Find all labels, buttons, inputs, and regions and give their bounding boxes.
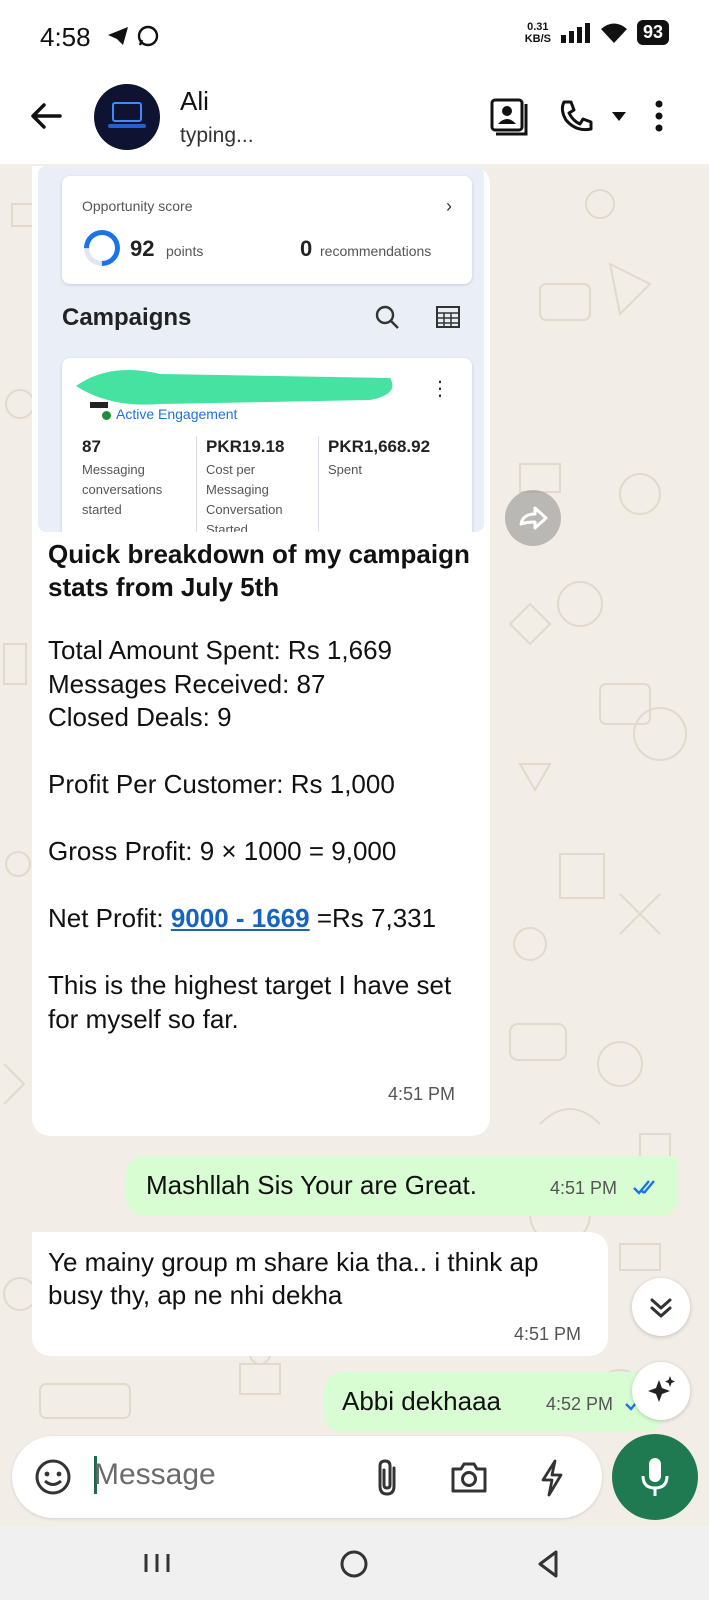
whatsapp-icon	[137, 25, 159, 47]
message-bubble-outgoing[interactable]: Mashllah Sis Your are Great. 4:51 PM	[126, 1156, 678, 1216]
wifi-icon	[600, 23, 627, 43]
network-speed: 0.31 KB/S	[525, 21, 551, 45]
network-speed-unit: KB/S	[524, 32, 551, 45]
message-text: Total Amount Spent: Rs 1,669 Messages Re…	[48, 634, 478, 1036]
metric-conversations: 87 Messaging conversations started	[82, 436, 194, 520]
opportunity-title: Opportunity score	[82, 198, 193, 214]
recommendations-count: 0	[300, 236, 313, 261]
avatar-logo-icon	[112, 102, 142, 122]
read-ticks-icon	[633, 1180, 655, 1195]
message-time: 4:51 PM	[514, 1324, 582, 1344]
double-chevron-down-icon	[650, 1298, 672, 1318]
contact-status: typing...	[180, 124, 254, 147]
recent-apps-icon[interactable]	[144, 1550, 170, 1576]
back-arrow-icon[interactable]	[26, 96, 66, 136]
message-text: Abbi dekhaaa	[342, 1386, 502, 1416]
message-bubble-incoming[interactable]: Ye mainy group m share kia tha.. i think…	[32, 1232, 608, 1356]
metric-spent: PKR1,668.92 Spent	[328, 436, 458, 480]
attach-icon[interactable]	[374, 1458, 400, 1498]
camera-icon[interactable]	[450, 1460, 488, 1494]
contact-card-icon[interactable]	[488, 96, 528, 136]
status-time: 4:58	[40, 22, 91, 52]
lightning-icon[interactable]	[538, 1458, 566, 1498]
message-text: Ye mainy group m share kia tha.. i think…	[48, 1247, 539, 1310]
text-line: Profit Per Customer: Rs 1,000	[48, 769, 395, 799]
text-line: Closed Deals: 9	[48, 702, 232, 732]
more-options-icon[interactable]	[654, 96, 664, 136]
metric-label: Messaging conversations started	[82, 462, 163, 517]
battery-level: 93	[636, 20, 669, 45]
table-view-icon	[436, 306, 460, 328]
signal-icon	[560, 22, 590, 43]
score-unit: points	[166, 243, 204, 259]
phone-number-link[interactable]: 9000 - 1669	[171, 903, 310, 933]
voice-message-button[interactable]	[612, 1434, 698, 1520]
status-bar: 4:58 0.31 KB/S 93	[0, 0, 709, 76]
back-nav-icon[interactable]	[534, 1548, 562, 1580]
message-bubble-incoming[interactable]: Opportunity score › 92 points 0 recommen…	[32, 166, 490, 1136]
recommendations-label: recommendations	[320, 243, 432, 259]
microphone-icon	[641, 1458, 669, 1496]
campaign-card: ⋮ Active Engagement 87 Messaging convers…	[62, 358, 472, 532]
message-time: 4:52 PM	[546, 1394, 614, 1414]
active-status-dot	[102, 411, 111, 420]
avatar[interactable]	[94, 84, 160, 150]
metric-value: PKR19.18	[206, 437, 285, 456]
search-icon	[375, 305, 399, 329]
campaigns-title: Campaigns	[62, 304, 192, 331]
opportunity-score-card: Opportunity score › 92 points 0 recommen…	[62, 176, 472, 284]
redaction-mark	[76, 370, 393, 408]
chevron-down-icon[interactable]	[610, 110, 628, 122]
message-caption: Quick breakdown of my campaign stats fro…	[48, 539, 470, 602]
message-text: Mashllah Sis Your are Great.	[146, 1170, 477, 1200]
contact-name[interactable]: Ali	[180, 86, 209, 117]
text-line: This is the highest target I have set fo…	[48, 970, 452, 1034]
forward-icon	[519, 506, 548, 530]
network-speed-value: 0.31	[527, 20, 549, 33]
campaign-status: Active Engagement	[116, 406, 238, 422]
system-navigation-bar	[0, 1526, 709, 1600]
sparkle-icon	[648, 1376, 675, 1402]
message-time: 4:51 PM	[550, 1178, 618, 1198]
telegram-icon	[108, 27, 128, 45]
ai-sparkle-button[interactable]	[632, 1362, 690, 1420]
home-icon[interactable]	[338, 1548, 370, 1580]
metric-label: Cost per Messaging Conversation Started	[206, 462, 283, 532]
chat-header: Ali typing...	[0, 76, 709, 164]
message-composer: Message	[12, 1436, 602, 1518]
sticker-icon[interactable]	[34, 1458, 72, 1496]
message-time: 4:51 PM	[388, 1084, 456, 1104]
chevron-right-icon: ›	[446, 196, 452, 216]
text-line: Messages Received: 87	[48, 668, 326, 699]
metric-cost-per-conversation: PKR19.18 Cost per Messaging Conversation…	[206, 436, 318, 532]
metric-value: PKR1,668.92	[328, 437, 431, 456]
score-ring-icon	[76, 222, 128, 274]
text-line: Net Profit: 9000 - 1669 =Rs 7,331	[48, 903, 437, 933]
shared-screenshot-image[interactable]: Opportunity score › 92 points 0 recommen…	[38, 166, 484, 532]
campaign-menu-icon: ⋮	[430, 378, 450, 400]
message-input[interactable]: Message	[94, 1458, 216, 1492]
status-notification-icons	[106, 24, 160, 48]
metric-value: 87	[82, 437, 101, 456]
scroll-to-bottom-button[interactable]	[632, 1278, 690, 1336]
metric-label: Spent	[328, 462, 362, 477]
message-bubble-outgoing[interactable]: Abbi dekhaaa 4:52 PM	[324, 1372, 664, 1432]
phone-icon[interactable]	[556, 96, 596, 136]
forward-button[interactable]	[505, 490, 561, 546]
opportunity-score: 92	[130, 236, 155, 261]
text-line: Total Amount Spent: Rs 1,669	[48, 635, 392, 665]
text-line: Gross Profit: 9 × 1000 = 9,000	[48, 836, 397, 866]
